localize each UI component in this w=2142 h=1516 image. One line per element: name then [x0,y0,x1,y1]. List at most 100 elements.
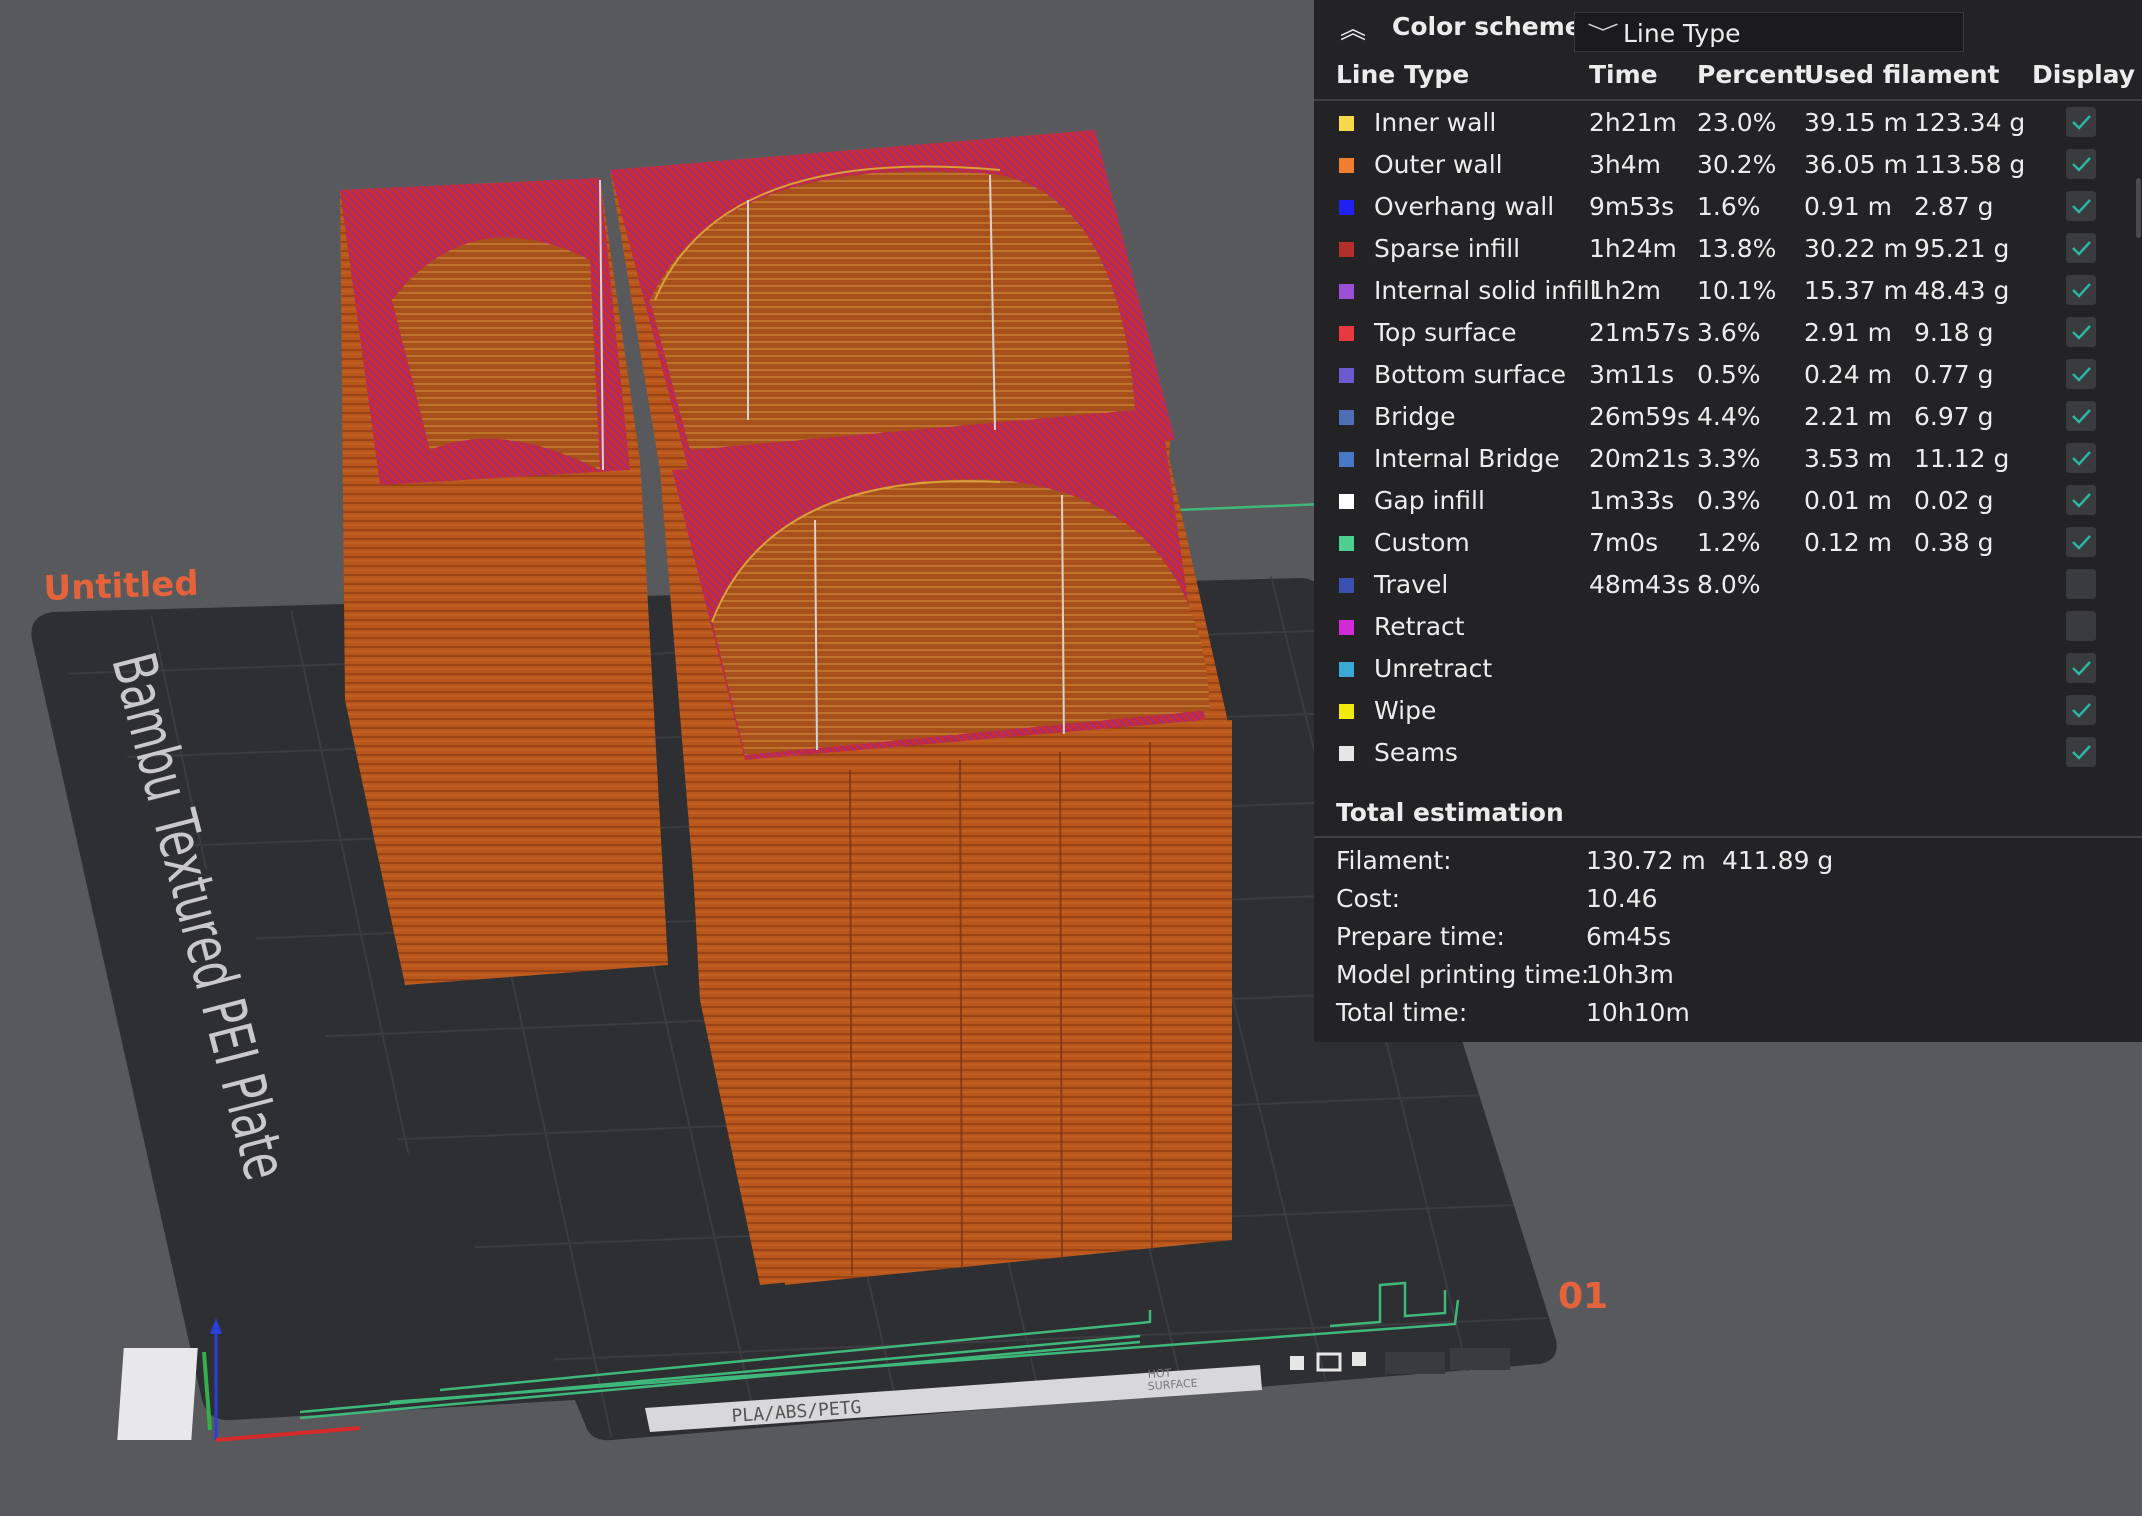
legend-row: Top surface 21m57s 3.6% 2.91 m 9.18 g [1314,313,2142,353]
line-type-percent: 3.3% [1697,444,1761,473]
line-type-percent: 23.0% [1697,108,1777,137]
line-type-weight: 6.97 g [1914,402,1994,431]
line-type-name: Outer wall [1374,150,1503,179]
column-time: Time [1589,60,1658,89]
color-swatch [1339,536,1354,551]
line-type-weight: 48.43 g [1914,276,2010,305]
display-checkbox[interactable] [2066,737,2096,767]
total-row: Model printing time: 10h3m [1314,956,2142,992]
display-checkbox[interactable] [2066,107,2096,137]
line-type-time: 1h2m [1589,276,1662,305]
line-type-weight: 113.58 g [1914,150,2026,179]
display-checkbox[interactable] [2066,275,2096,305]
line-type-percent: 10.1% [1697,276,1777,305]
color-swatch [1339,242,1354,257]
line-type-name: Custom [1374,528,1470,557]
line-type-weight: 0.38 g [1914,528,1994,557]
display-checkbox[interactable] [2066,149,2096,179]
display-checkbox[interactable] [2066,191,2096,221]
line-type-percent: 13.8% [1697,234,1777,263]
total-estimation-title: Total estimation [1336,798,1564,827]
total-row: Filament: 130.72 m 411.89 g [1314,842,2142,878]
total-row: Cost: 10.46 [1314,880,2142,916]
legend-panel: ︽ Color scheme ﹀ Line Type Line Type Tim… [1314,0,2142,1042]
legend-row: Outer wall 3h4m 30.2% 36.05 m 113.58 g [1314,145,2142,185]
line-type-weight: 0.77 g [1914,360,1994,389]
column-line-type: Line Type [1336,60,1470,89]
total-divider [1314,836,2142,838]
legend-row: Sparse infill 1h24m 13.8% 30.22 m 95.21 g [1314,229,2142,269]
line-type-percent: 0.5% [1697,360,1761,389]
column-display: Display [2032,60,2136,89]
model-back-left [340,178,668,985]
legend-row: Wipe [1314,691,2142,731]
line-type-length: 36.05 m [1804,150,1908,179]
line-type-weight: 0.02 g [1914,486,1994,515]
display-checkbox[interactable] [2066,443,2096,473]
legend-row: Overhang wall 9m53s 1.6% 0.91 m 2.87 g [1314,187,2142,227]
line-type-weight: 2.87 g [1914,192,1994,221]
line-type-percent: 1.6% [1697,192,1761,221]
total-label: Prepare time: [1336,922,1505,951]
column-used-filament: Used filament [1804,60,2000,89]
chevrons-up-icon[interactable]: ︽ [1336,14,1370,46]
color-scheme-value: Line Type [1623,19,1741,48]
color-swatch [1339,578,1354,593]
line-type-name: Gap infill [1374,486,1485,515]
line-type-name: Bottom surface [1374,360,1567,389]
line-type-time: 3m11s [1589,360,1675,389]
legend-row: Inner wall 2h21m 23.0% 39.15 m 123.34 g [1314,103,2142,143]
line-type-length: 15.37 m [1804,276,1908,305]
line-type-time: 26m59s [1589,402,1691,431]
color-scheme-label: Color scheme [1392,12,1582,41]
display-checkbox[interactable] [2066,401,2096,431]
display-checkbox[interactable] [2066,695,2096,725]
line-type-length: 0.12 m [1804,528,1892,557]
line-type-length: 0.24 m [1804,360,1892,389]
line-type-time: 9m53s [1589,192,1675,221]
total-label: Filament: [1336,846,1452,875]
line-type-percent: 4.4% [1697,402,1761,431]
display-checkbox[interactable] [2066,569,2096,599]
model-front [672,440,1232,1285]
line-type-length: 2.91 m [1804,318,1892,347]
display-checkbox[interactable] [2066,359,2096,389]
line-type-length: 0.01 m [1804,486,1892,515]
display-checkbox[interactable] [2066,485,2096,515]
total-label: Model printing time: [1336,960,1590,989]
line-type-name: Inner wall [1374,108,1497,137]
color-swatch [1339,662,1354,677]
line-type-percent: 0.3% [1697,486,1761,515]
display-checkbox[interactable] [2066,527,2096,557]
color-swatch [1339,116,1354,131]
legend-row: Travel 48m43s 8.0% [1314,565,2142,605]
legend-row: Retract [1314,607,2142,647]
display-checkbox[interactable] [2066,653,2096,683]
display-checkbox[interactable] [2066,317,2096,347]
color-swatch [1339,284,1354,299]
color-swatch [1339,410,1354,425]
color-swatch [1339,158,1354,173]
color-swatch [1339,200,1354,215]
line-type-time: 1h24m [1589,234,1677,263]
color-scheme-dropdown[interactable]: ﹀ Line Type [1574,12,1964,52]
total-value: 10.46 [1586,884,1658,913]
legend-row: Gap infill 1m33s 0.3% 0.01 m 0.02 g [1314,481,2142,521]
scrollbar[interactable] [2136,178,2141,238]
color-swatch [1339,368,1354,383]
display-checkbox[interactable] [2066,233,2096,263]
legend-row: Unretract [1314,649,2142,689]
legend-row: Bridge 26m59s 4.4% 2.21 m 6.97 g [1314,397,2142,437]
line-type-name: Unretract [1374,654,1493,683]
line-type-time: 2h21m [1589,108,1677,137]
legend-row: Bottom surface 3m11s 0.5% 0.24 m 0.77 g [1314,355,2142,395]
line-type-name: Overhang wall [1374,192,1555,221]
plate-name: Untitled [43,564,199,609]
line-type-time: 1m33s [1589,486,1675,515]
total-value: 130.72 m [1586,846,1706,875]
display-checkbox[interactable] [2066,611,2096,641]
total-row: Total time: 10h10m [1314,994,2142,1030]
line-type-length: 3.53 m [1804,444,1892,473]
plate-number: 01 [1558,1276,1608,1317]
line-type-name: Top surface [1374,318,1517,347]
